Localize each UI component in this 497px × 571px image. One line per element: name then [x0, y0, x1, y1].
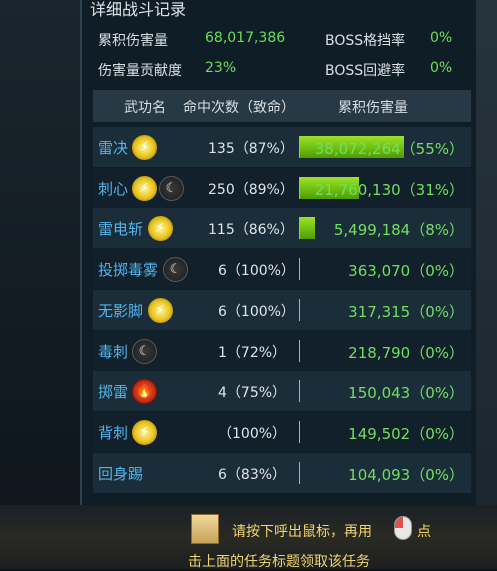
damage-bar-track: 218,790（0%） — [299, 339, 470, 362]
damage-bar-track: 104,093（0%） — [299, 461, 470, 484]
skill-name: 雷电斩 — [98, 220, 144, 239]
table-row[interactable]: 背刺 ⚡ （100%） 149,502（0%） — [93, 411, 471, 452]
damage-value: 363,070（0%） — [348, 262, 464, 281]
damage-value: 149,502（0%） — [348, 424, 464, 443]
damage-value: 38,072,264（55%） — [314, 140, 464, 158]
table-row[interactable]: 掷雷 🔥 4（75%） 150,043（0%） — [93, 371, 471, 412]
table-row[interactable]: 刺心 ⚡ ☾ 250（89%） 21,760,130（31%） — [93, 167, 471, 208]
hit-count: 115（86%） — [208, 222, 294, 239]
hit-count: 6（83%） — [218, 466, 287, 483]
table-row[interactable]: 无影脚 ⚡ 6（100%） 317,315（0%） — [93, 289, 471, 330]
lightning-icon: ⚡ — [147, 297, 173, 323]
game-background-left — [0, 0, 82, 569]
fire-icon: 🔥 — [132, 379, 157, 405]
skill-name: 雷决 — [98, 139, 129, 157]
hit-count: 6（100%） — [218, 263, 295, 280]
game-background-right — [475, 0, 497, 569]
table-row[interactable]: 投掷毒雾 ☾ 6（100%） 363,070（0%） — [93, 249, 471, 290]
hit-count: 250（89%） — [208, 181, 294, 198]
mouse-icon — [394, 516, 412, 540]
table-row[interactable]: 回身踢 6（83%） 104,093（0%） — [93, 452, 471, 493]
skill-name: 掷雷 — [98, 383, 129, 402]
damage-value: 218,790（0%） — [348, 343, 464, 362]
damage-bar-track: 363,070（0%） — [299, 258, 470, 281]
table-row[interactable]: 雷电斩 ⚡ 115（86%） 5,499,184（8%） — [93, 208, 471, 249]
contribution-value: 23% — [205, 60, 237, 76]
moon-icon: ☾ — [132, 338, 157, 364]
damage-value: 150,043（0%） — [348, 384, 464, 403]
skill-name: 毒刺 — [98, 342, 129, 361]
boss-dodge-label: BOSS回避率 — [325, 63, 406, 79]
skill-name: 投掷毒雾 — [98, 261, 159, 280]
hint-text-line1: 请按下呼出鼠标，再用 — [232, 524, 372, 540]
damage-bar-track: 317,315（0%） — [299, 298, 470, 321]
boss-block-label: BOSS格挡率 — [325, 33, 406, 49]
moon-icon: ☾ — [163, 257, 188, 283]
hit-count: 4（75%） — [218, 385, 287, 402]
table-row[interactable]: 毒刺 ☾ 1（72%） 218,790（0%） — [93, 330, 471, 371]
header-hit-count: 命中次数（致命） — [183, 100, 295, 116]
boss-block-value: 0% — [430, 30, 453, 46]
hit-count: 135（87%） — [208, 141, 294, 157]
hit-count: 6（100%） — [218, 303, 295, 320]
damage-value: 317,315（0%） — [348, 302, 464, 321]
damage-bar-track: 38,072,264（55%） — [299, 136, 470, 158]
damage-value: 104,093（0%） — [348, 465, 464, 484]
moon-icon: ☾ — [159, 175, 184, 201]
panel-title: 详细战斗记录 — [90, 0, 187, 19]
hint-text-line1-end: 点 — [417, 524, 431, 540]
contribution-label: 伤害量贡献度 — [98, 63, 182, 79]
damage-bar-track: 150,043（0%） — [299, 380, 470, 403]
lightning-icon: ⚡ — [132, 135, 157, 160]
lightning-icon: ⚡ — [132, 419, 157, 445]
scroll-icon — [191, 514, 219, 544]
damage-bar-track: 149,502（0%） — [299, 420, 470, 443]
table-row[interactable]: 雷决 ⚡ 135（87%） 38,072,264（55%） — [93, 127, 471, 167]
total-damage-label: 累积伤害量 — [98, 33, 168, 49]
hit-count: （100%） — [218, 425, 287, 442]
lightning-icon: ⚡ — [147, 216, 173, 242]
lightning-icon: ⚡ — [132, 175, 157, 201]
damage-bar-fill — [300, 217, 316, 240]
skill-name: 回身踢 — [98, 464, 144, 483]
boss-dodge-value: 0% — [430, 60, 453, 76]
damage-bar-track: 5,499,184（8%） — [299, 217, 470, 240]
total-damage-value: 68,017,386 — [205, 30, 286, 46]
skill-name: 刺心 — [98, 179, 129, 198]
header-total-damage: 累积伤害量 — [338, 100, 408, 116]
header-skill-name: 武功名 — [124, 100, 166, 116]
damage-value: 5,499,184（8%） — [333, 221, 464, 240]
skill-name: 背刺 — [98, 423, 129, 442]
damage-bar-track: 21,760,130（31%） — [299, 176, 470, 199]
hit-count: 1（72%） — [218, 344, 287, 361]
damage-value: 21,760,130（31%） — [314, 180, 464, 199]
hint-text-line2: 击上面的任务标题领取该任务 — [188, 554, 370, 570]
skill-name: 无影脚 — [98, 301, 144, 320]
